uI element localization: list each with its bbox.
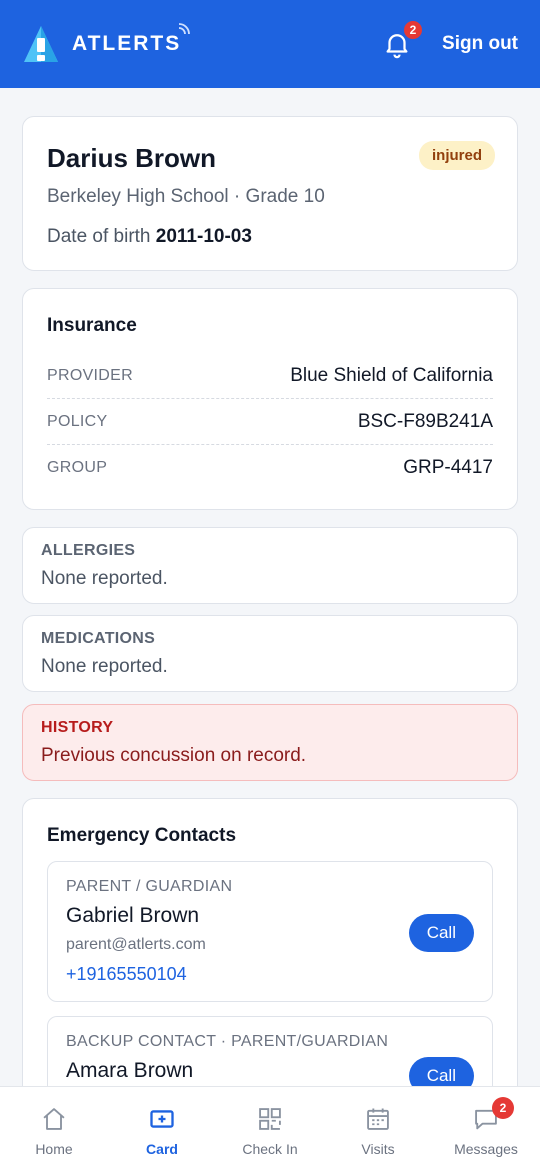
messages-badge: 2 — [492, 1097, 514, 1119]
medications-text: None reported. — [41, 656, 168, 677]
qr-code-icon — [259, 1108, 281, 1130]
insurance-title: Insurance — [47, 315, 137, 336]
insurance-value: Blue Shield of California — [290, 364, 493, 386]
nav-label: Visits — [361, 1141, 395, 1157]
brand-text: ATLERTS — [72, 32, 182, 55]
history-card: HISTORY Previous concussion on record. — [22, 704, 518, 781]
dob-value: 2011-10-03 — [155, 226, 252, 247]
insurance-row-provider: PROVIDER Blue Shield of California — [47, 353, 493, 399]
calendar-icon — [367, 1108, 389, 1130]
insurance-card: Insurance PROVIDER Blue Shield of Califo… — [22, 288, 518, 510]
insurance-row-group: GROUP GRP-4417 — [47, 445, 493, 491]
history-text: Previous concussion on record. — [41, 745, 307, 766]
call-button[interactable]: Call — [408, 914, 474, 952]
emergency-contacts-title: Emergency Contacts — [47, 825, 237, 846]
medications-title: MEDICATIONS — [41, 630, 156, 647]
insurance-value: GRP-4417 — [403, 457, 493, 478]
allergies-title: ALLERGIES — [41, 542, 136, 559]
contact-item: PARENT / GUARDIAN Gabriel Brown parent@a… — [47, 861, 493, 1002]
contact-role: BACKUP CONTACT · PARENT/GUARDIAN — [66, 1033, 389, 1050]
date-of-birth: Date of birth 2011-10-03 — [47, 226, 493, 248]
app-header: ATLERTS 2 Sign out — [0, 0, 540, 88]
nav-item-check-in[interactable]: Check In — [216, 1087, 324, 1169]
medications-card: MEDICATIONS None reported. — [22, 615, 518, 692]
signal-waves-icon — [179, 23, 191, 35]
status-badge: injured — [418, 141, 495, 170]
athlete-profile-card: Darius Brown injured Berkeley High Schoo… — [22, 116, 518, 271]
brand-logo[interactable]: ATLERTS — [22, 23, 191, 64]
contact-phone-link[interactable]: +19165550104 — [66, 964, 474, 985]
history-title: HISTORY — [41, 719, 114, 736]
insurance-value: BSC-F89B241A — [357, 410, 493, 432]
brand-name: ATLERTS — [72, 23, 191, 56]
insurance-row-policy: POLICY BSC-F89B241A — [47, 399, 493, 445]
dob-label: Date of birth — [47, 226, 151, 247]
nav-item-home[interactable]: Home — [0, 1087, 108, 1169]
nav-item-messages[interactable]: 2 Messages — [432, 1087, 540, 1169]
insurance-label: POLICY — [47, 412, 108, 430]
nav-label: Messages — [454, 1141, 518, 1157]
school-grade: Berkeley High School · Grade 10 — [47, 186, 325, 207]
nav-label: Check In — [242, 1141, 298, 1157]
bottom-navigation: Home Card Check In Visits 2 Messages — [0, 1086, 540, 1169]
insurance-label: PROVIDER — [47, 366, 133, 384]
contact-role: PARENT / GUARDIAN — [66, 878, 233, 895]
allergies-card: ALLERGIES None reported. — [22, 527, 518, 604]
nav-item-visits[interactable]: Visits — [324, 1087, 432, 1169]
insurance-label: GROUP — [47, 459, 108, 476]
sign-out-button[interactable]: Sign out — [442, 33, 518, 55]
home-icon — [43, 1108, 65, 1130]
notifications-button[interactable]: 2 — [380, 19, 425, 61]
nav-item-card[interactable]: Card — [108, 1087, 216, 1169]
nav-label: Card — [146, 1141, 178, 1157]
card-icon — [150, 1110, 174, 1128]
notification-count-badge: 2 — [402, 19, 425, 41]
allergies-text: None reported. — [41, 568, 168, 589]
logo-mark-icon — [22, 24, 60, 64]
nav-label: Home — [35, 1141, 73, 1157]
